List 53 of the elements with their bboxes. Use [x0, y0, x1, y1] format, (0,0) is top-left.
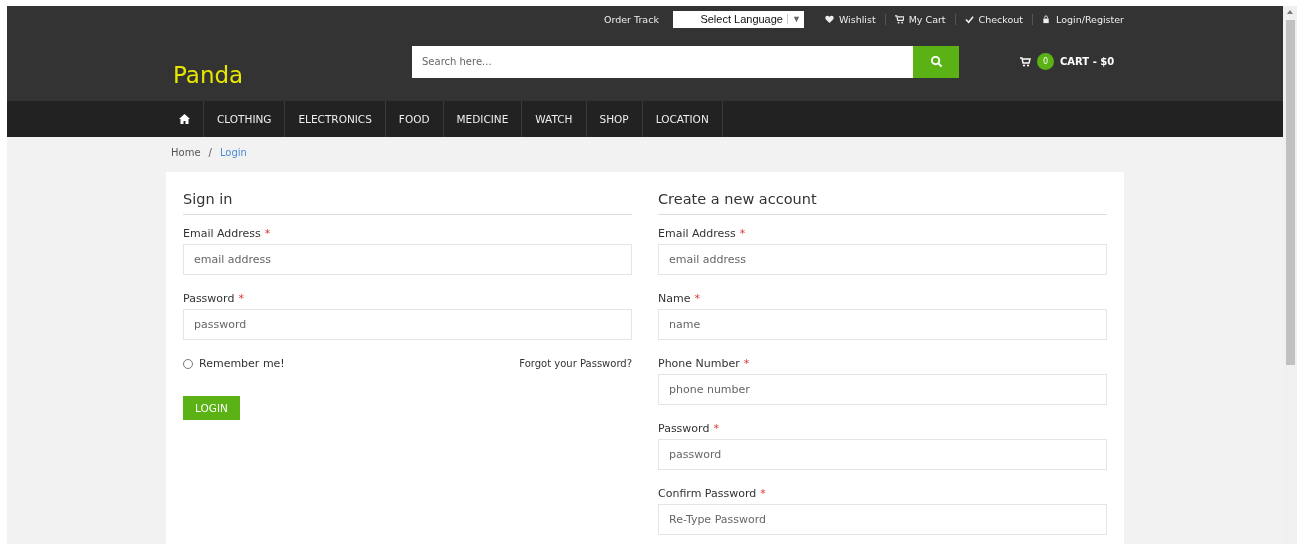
nav-item[interactable]: WATCH — [522, 101, 587, 137]
forgot-password-link[interactable]: Forgot your Password? — [519, 358, 632, 369]
input-field[interactable]: password — [183, 309, 632, 340]
lock-icon — [1042, 14, 1052, 24]
search-field[interactable]: Search here... — [412, 45, 913, 78]
input-field[interactable]: phone number — [658, 374, 1107, 405]
checkmark-icon — [964, 14, 974, 24]
cart-icon — [894, 14, 904, 24]
input-field[interactable]: Re-Type Password — [658, 504, 1107, 535]
required-mark: * — [713, 422, 719, 435]
search-button[interactable] — [913, 45, 959, 78]
cart-icon[interactable] — [1020, 56, 1031, 67]
breadcrumb-separator: / — [208, 147, 212, 158]
section-title: Create a new account — [658, 189, 1107, 215]
field-label: Password — [183, 292, 235, 305]
required-mark: * — [264, 227, 271, 240]
cart-total-link[interactable]: CART - $0 — [1060, 56, 1115, 67]
required-mark: * — [694, 292, 700, 305]
site-logo[interactable]: Panda — [173, 61, 412, 88]
nav-item[interactable]: MEDICINE — [443, 101, 523, 137]
field-label: Email Address — [183, 227, 261, 240]
field-label: Confirm Password — [658, 487, 757, 500]
breadcrumb-link[interactable]: Home — [171, 147, 201, 158]
nav-item[interactable]: LOCATION — [642, 101, 723, 137]
required-mark: * — [238, 292, 244, 305]
field-label: Email Address — [658, 227, 736, 240]
input-field[interactable]: email address — [658, 244, 1107, 275]
input-field[interactable]: email address — [183, 244, 632, 275]
top-link[interactable]: My Cart — [884, 13, 955, 25]
language-select[interactable]: Select Language ▼ — [672, 10, 804, 28]
nav-item[interactable]: ELECTRONICS — [285, 101, 386, 137]
scrollbar[interactable] — [1283, 6, 1297, 544]
remember-checkbox[interactable]: Remember me! — [183, 357, 285, 370]
required-mark: * — [739, 227, 746, 240]
input-field[interactable]: name — [658, 309, 1107, 340]
input-field[interactable]: password — [658, 439, 1107, 470]
field-label: Name — [658, 292, 691, 305]
order-track-link[interactable]: Order Track — [604, 13, 659, 25]
nav-item[interactable]: SHOP — [586, 101, 643, 137]
required-mark: * — [760, 487, 766, 500]
nav-item[interactable]: FOOD — [385, 101, 444, 137]
field-label: Password — [658, 422, 710, 435]
top-link[interactable]: Checkout — [954, 13, 1033, 25]
section-title: Sign in — [183, 189, 632, 215]
top-link[interactable]: Wishlist — [815, 13, 885, 25]
required-mark: * — [743, 357, 750, 370]
home-icon — [179, 114, 190, 124]
cart-count-badge: 0 — [1037, 53, 1054, 70]
top-link[interactable]: Login/Register — [1032, 13, 1124, 25]
field-label: Phone Number — [658, 357, 740, 370]
heart-icon — [824, 14, 834, 24]
nav-item[interactable]: CLOTHING — [204, 101, 286, 137]
search-icon — [929, 55, 943, 68]
